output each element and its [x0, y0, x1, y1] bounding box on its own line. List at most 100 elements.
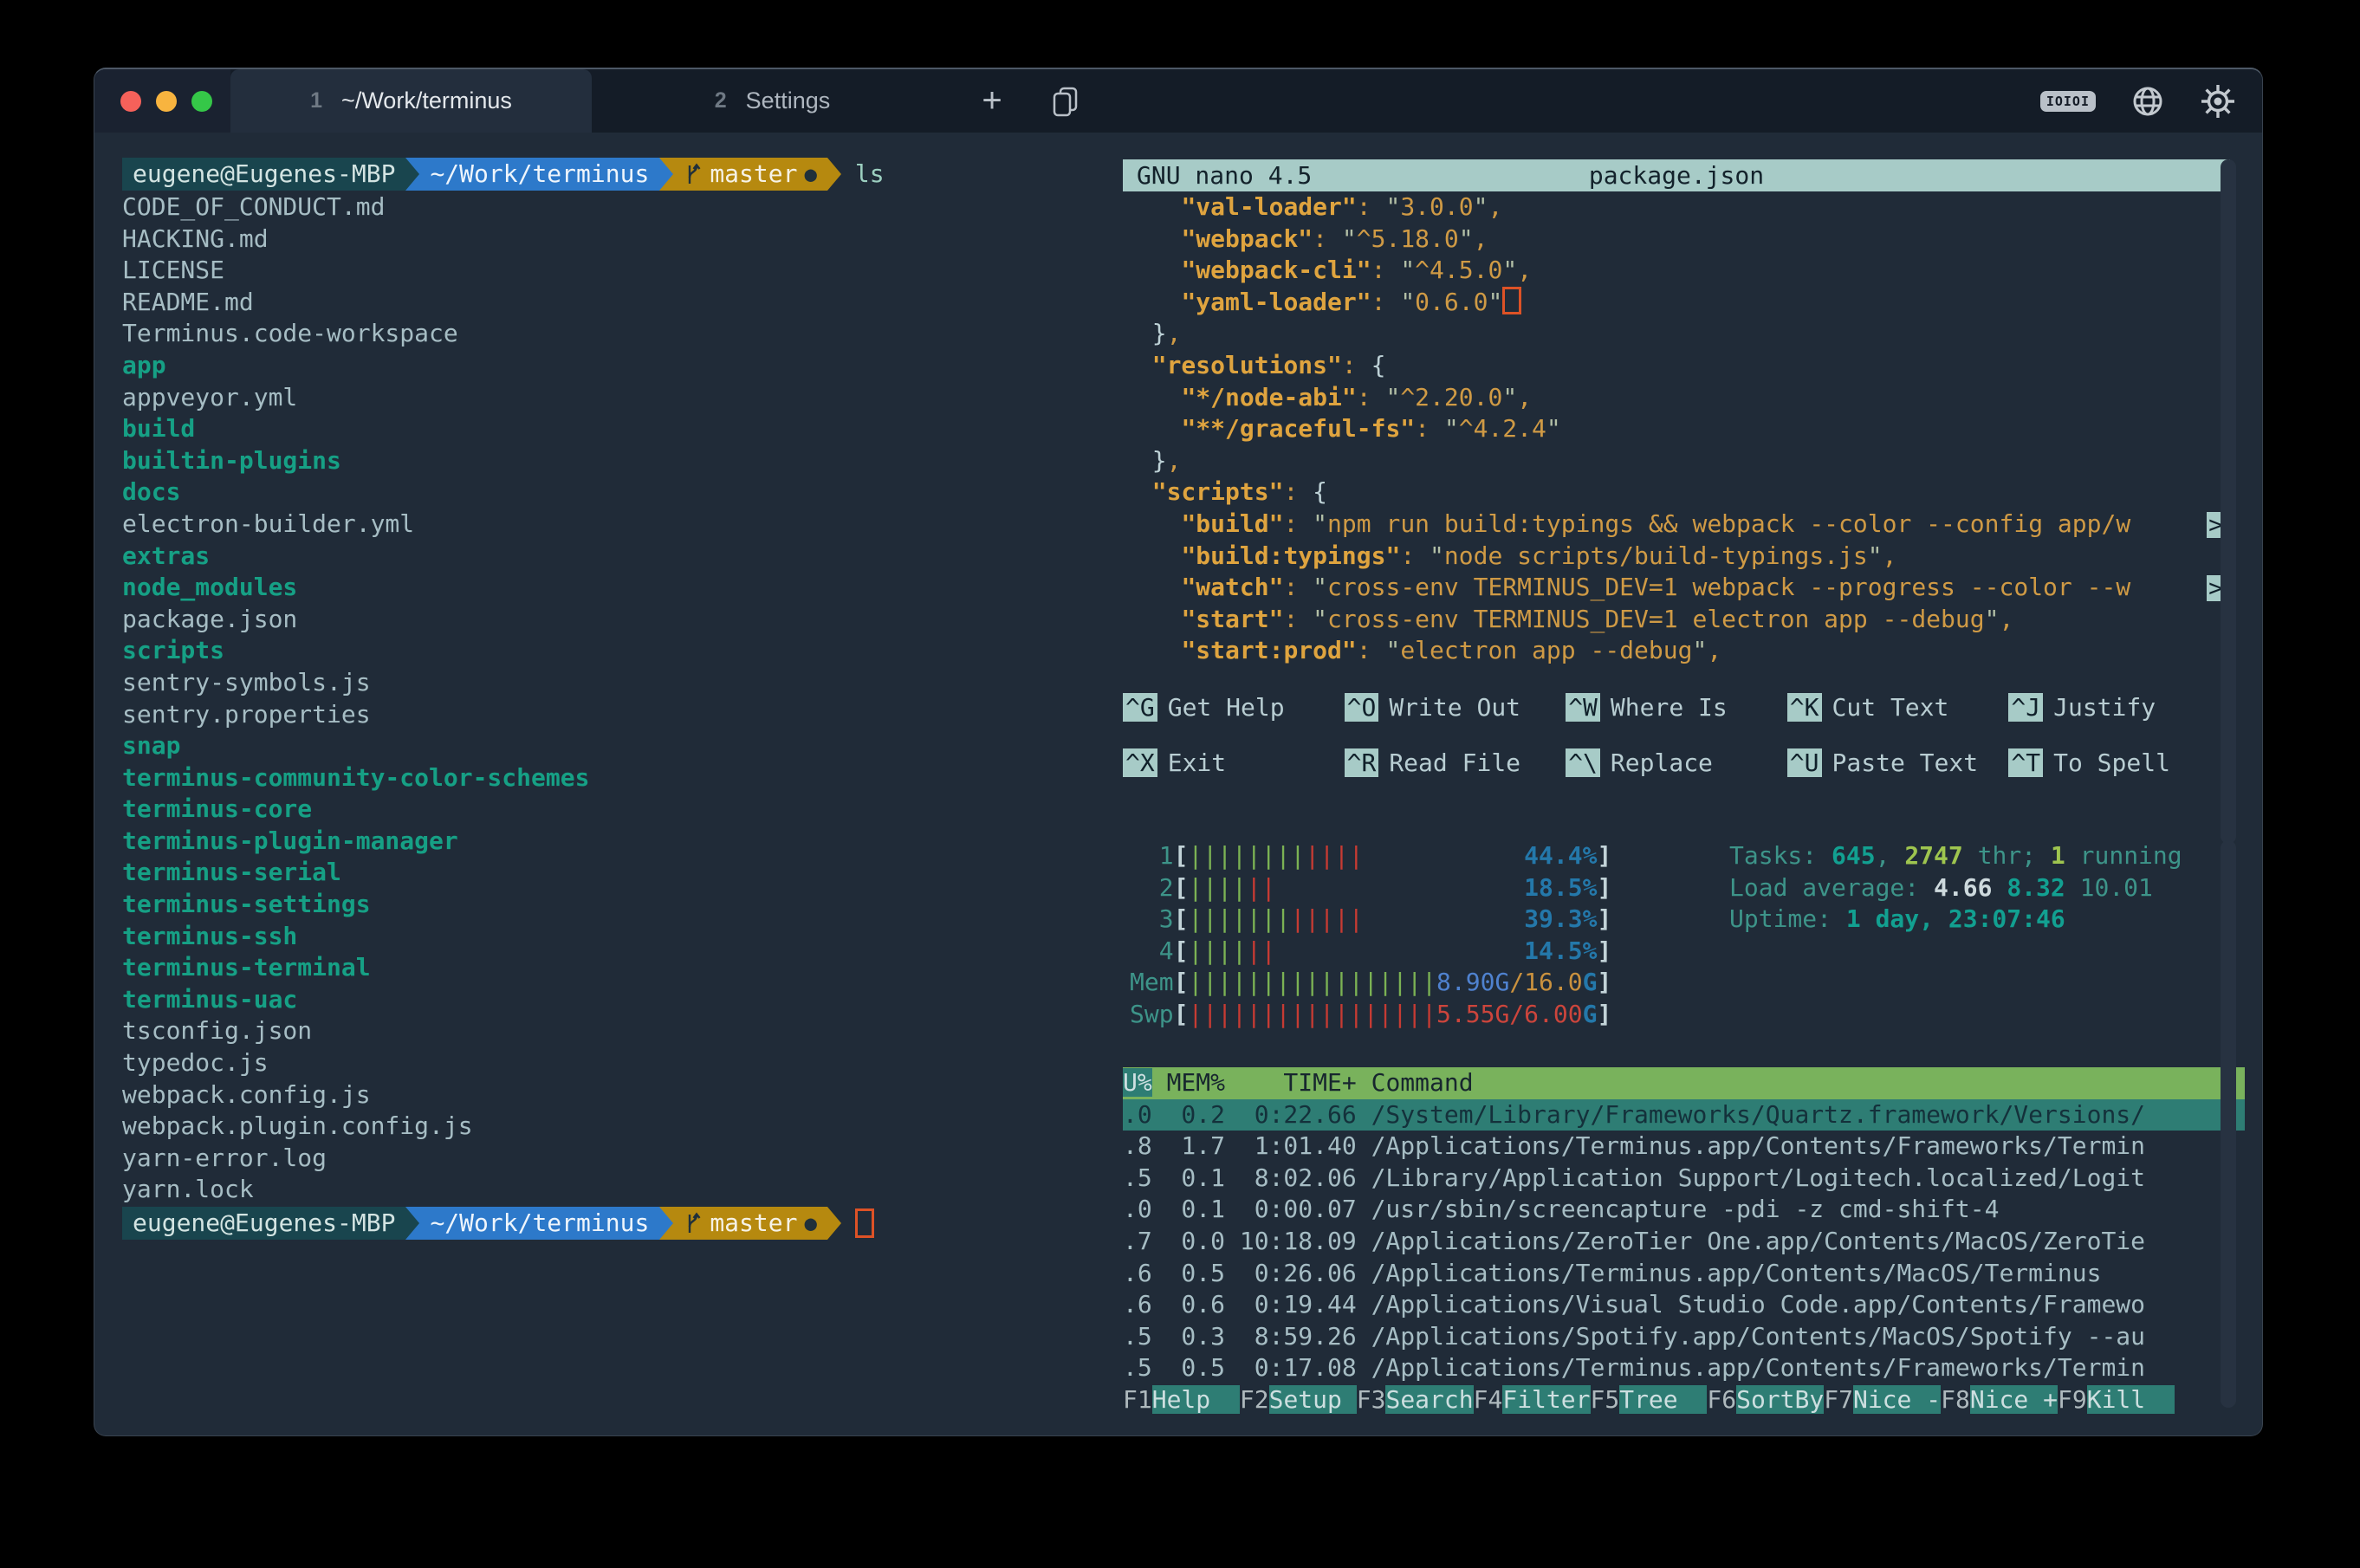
prompt-git-segment: master●: [673, 158, 827, 191]
process-row[interactable]: .6 0.6 0:19.44 /Applications/Visual Stud…: [1123, 1289, 2245, 1321]
summary-line: Uptime: 1 day, 23:07:46: [1729, 904, 2182, 936]
sort-column-header[interactable]: U%: [1123, 1068, 1152, 1097]
fkey-action[interactable]: SortBy: [1736, 1385, 1824, 1414]
file-entry: electron-builder.yml: [122, 509, 1110, 541]
git-branch-name: master: [710, 159, 797, 191]
nano-line: "build": "npm run build:typings && webpa…: [1123, 509, 2230, 541]
process-row[interactable]: .5 0.5 0:17.08 /Applications/Terminus.ap…: [1123, 1352, 2245, 1384]
shortcut-key: ^X: [1123, 748, 1157, 777]
fkey-action[interactable]: Kill: [2087, 1385, 2175, 1414]
nano-header: package.json GNU nano 4.5: [1123, 159, 2230, 191]
gear-icon[interactable]: [2200, 83, 2236, 120]
powerline-arrow-icon: [405, 1207, 419, 1240]
dir-entry: app: [122, 350, 1110, 382]
fkey-number: F2: [1240, 1385, 1269, 1414]
shortcut-label: Get Help: [1168, 693, 1285, 722]
shortcut-label: To Spell: [2053, 748, 2170, 777]
fkey-action[interactable]: Tree: [1619, 1385, 1707, 1414]
git-branch-icon: [684, 1210, 703, 1236]
powerline-arrow-icon: [827, 158, 841, 191]
nano-shortcut: ^WWhere Is: [1566, 691, 1787, 723]
nano-line: },: [1123, 445, 2230, 477]
file-entry: yarn-error.log: [122, 1143, 1110, 1175]
serial-port-icon[interactable]: IOIOI: [2040, 91, 2096, 112]
terminal-pane-left[interactable]: eugene@Eugenes-MBP ~/Work/terminus master●…: [122, 157, 1110, 1241]
nano-shortcuts-row1: ^GGet Help^OWrite Out^WWhere Is^KCut Tex…: [1123, 691, 2230, 723]
fkey-action[interactable]: Nice +: [1970, 1385, 2058, 1414]
fkey-action[interactable]: Nice -: [1853, 1385, 1941, 1414]
process-row[interactable]: .6 0.5 0:26.06 /Applications/Terminus.ap…: [1123, 1258, 2245, 1290]
nano-shortcut: ^KCut Text: [1787, 691, 2009, 723]
dir-entry: scripts: [122, 635, 1110, 667]
dir-entry: terminus-ssh: [122, 921, 1110, 953]
fkey-number: F1: [1123, 1385, 1152, 1414]
minimize-button[interactable]: [156, 91, 177, 112]
nano-line: "**/graceful-fs": "^4.2.4": [1123, 413, 2230, 445]
dir-entry: extras: [122, 541, 1110, 573]
file-entry: sentry.properties: [122, 699, 1110, 731]
prompt-cwd: ~/Work/terminus: [419, 158, 659, 191]
terminus-window: 1 ~/Work/terminus 2 Settings + IOIOI: [94, 68, 2263, 1436]
nano-line: "*/node-abi": "^2.20.0",: [1123, 382, 2230, 414]
cpu-meter: 4[|||||| 14.5%]: [1130, 936, 1611, 968]
process-row[interactable]: .0 0.1 0:00.07 /usr/sbin/screencapture -…: [1123, 1194, 2245, 1226]
fkey-action[interactable]: Help: [1152, 1385, 1240, 1414]
process-row[interactable]: .5 0.3 8:59.26 /Applications/Spotify.app…: [1123, 1321, 2245, 1353]
shortcut-key: ^U: [1787, 748, 1822, 777]
nano-line: "scripts": {: [1123, 476, 2230, 509]
nano-shortcut: ^XExit: [1123, 748, 1345, 780]
dir-entry: builtin-plugins: [122, 445, 1110, 477]
powerline-arrow-icon: [827, 1207, 841, 1240]
new-tab-button[interactable]: +: [953, 69, 1031, 133]
htop-meters: 1[|||||||||||| 44.4%] 2[|||||| 18.5%] 3[…: [1130, 840, 1611, 1031]
swap-meter: Swp[|||||||||||||||||5.55G/6.00G]: [1130, 999, 1611, 1031]
shortcut-key: ^R: [1345, 748, 1379, 777]
prompt-user-host: eugene@Eugenes-MBP: [122, 158, 405, 191]
table-header-rest: MEM% TIME+ Command: [1152, 1068, 1474, 1097]
terminal-cursor: [855, 1208, 874, 1238]
file-entry: webpack.plugin.config.js: [122, 1111, 1110, 1143]
file-entry: tsconfig.json: [122, 1015, 1110, 1047]
nano-scrollbar[interactable]: [2221, 159, 2236, 844]
file-entry: LICENSE: [122, 255, 1110, 287]
fkey-number: F5: [1591, 1385, 1620, 1414]
nano-shortcut: ^UPaste Text: [1787, 748, 2009, 780]
tab-work-terminus[interactable]: 1 ~/Work/terminus: [230, 69, 592, 133]
fkey-action[interactable]: Search: [1385, 1385, 1473, 1414]
htop-scrollbar[interactable]: [2221, 840, 2236, 1408]
nano-shortcuts-row2: ^XExit^RRead File^\Replace^UPaste Text^T…: [1123, 748, 2230, 780]
dir-entry: terminus-serial: [122, 857, 1110, 889]
fkey-number: F6: [1707, 1385, 1736, 1414]
split-tab-icon[interactable]: [1031, 69, 1100, 133]
nano-line: "watch": "cross-env TERMINUS_DEV=1 webpa…: [1123, 572, 2230, 604]
process-row[interactable]: .0 0.2 0:22.66 /System/Library/Framework…: [1123, 1099, 2245, 1131]
title-bar[interactable]: 1 ~/Work/terminus 2 Settings + IOIOI: [94, 69, 2262, 133]
powerline-arrow-icon: [659, 158, 673, 191]
fkey-action[interactable]: Setup: [1269, 1385, 1357, 1414]
fkey-action[interactable]: Filter: [1502, 1385, 1590, 1414]
nano-pane[interactable]: package.json GNU nano 4.5 "val-loader": …: [1123, 159, 2230, 779]
file-entry: CODE_OF_CONDUCT.md: [122, 191, 1110, 224]
process-row[interactable]: .5 0.1 8:02.06 /Library/Application Supp…: [1123, 1163, 2245, 1195]
shortcut-label: Where Is: [1611, 693, 1728, 722]
process-row[interactable]: .7 0.0 10:18.09 /Applications/ZeroTier O…: [1123, 1226, 2245, 1258]
dir-entry: build: [122, 413, 1110, 445]
git-dirty-dot-icon: ●: [804, 159, 816, 191]
tab-settings[interactable]: 2 Settings: [592, 69, 953, 133]
maximize-button[interactable]: [191, 91, 212, 112]
file-entry: Terminus.code-workspace: [122, 318, 1110, 350]
dir-entry: snap: [122, 730, 1110, 762]
htop-fkey-bar: F1Help F2Setup F3SearchF4FilterF5Tree F6…: [1123, 1384, 2175, 1416]
globe-icon[interactable]: [2130, 84, 2165, 119]
file-entry: typedoc.js: [122, 1047, 1110, 1079]
typed-command: ls: [855, 159, 885, 191]
file-entry: webpack.config.js: [122, 1079, 1110, 1111]
close-button[interactable]: [120, 91, 141, 112]
titlebar-right-icons: IOIOI: [2040, 69, 2236, 133]
shortcut-label: Justify: [2053, 693, 2156, 722]
shortcut-key: ^G: [1123, 693, 1157, 722]
file-entry: yarn.lock: [122, 1174, 1110, 1206]
process-row[interactable]: .8 1.7 1:01.40 /Applications/Terminus.ap…: [1123, 1131, 2245, 1163]
mem-meter: Mem[|||||||||||||||||8.90G/16.0G]: [1130, 967, 1611, 999]
file-entry: appveyor.yml: [122, 382, 1110, 414]
